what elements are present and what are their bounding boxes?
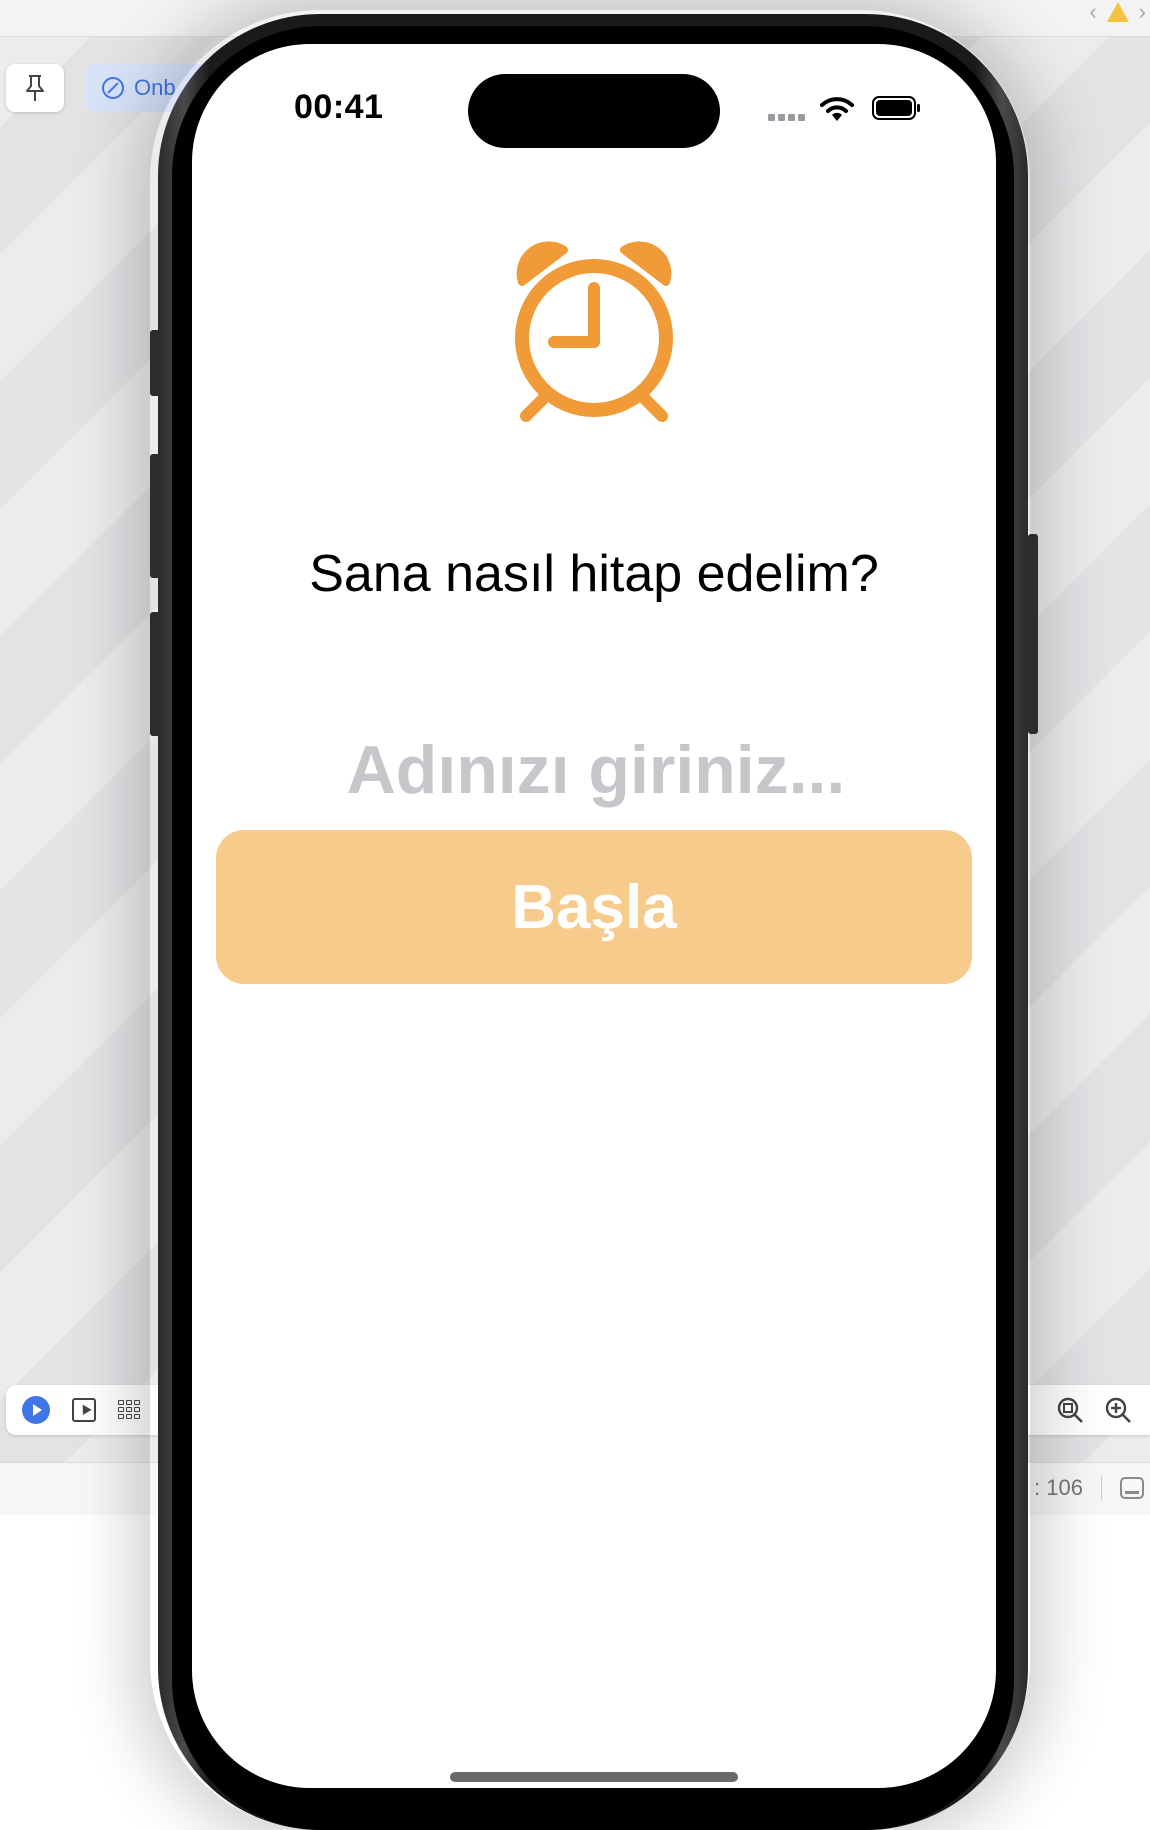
name-input[interactable] [252,719,940,821]
disabled-circle-icon [102,77,124,99]
volume-up-button [150,454,160,578]
select-icon[interactable] [72,1398,96,1422]
pin-preview-button[interactable] [6,64,64,112]
forward-arrow-icon[interactable]: › [1139,0,1146,25]
power-button [1028,534,1038,734]
pin-icon [26,75,44,101]
action-button [150,330,160,396]
preview-selector-label: Onb [134,75,176,100]
status-time: 00:41 [294,88,384,126]
warning-icon[interactable] [1106,2,1129,22]
zoom-fit-icon[interactable] [1056,1396,1084,1424]
play-icon[interactable] [22,1396,50,1424]
grid-icon[interactable] [118,1400,142,1420]
home-indicator[interactable] [450,1772,738,1782]
phone-screen: 00:41 Sana nasıl hitap edelim? Başla [192,44,996,1788]
status-divider [1101,1476,1102,1500]
status-right-group: : 106 [1034,1462,1150,1514]
panel-toggle-icon[interactable] [1120,1477,1144,1499]
battery-icon [872,96,920,120]
wifi-icon [820,97,854,121]
status-bar: 00:41 [192,44,996,156]
zoom-in-icon[interactable] [1104,1396,1132,1424]
volume-down-button [150,612,160,736]
nav-arrows: ‹ › [1089,0,1150,24]
start-button[interactable]: Başla [216,830,972,984]
alarm-clock-icon [515,241,673,422]
line-indicator: : 106 [1034,1475,1083,1500]
cellular-signal-icon [768,114,805,121]
dynamic-island [468,74,720,148]
back-arrow-icon[interactable]: ‹ [1089,0,1096,25]
page-title: Sana nasıl hitap edelim? [309,545,879,603]
